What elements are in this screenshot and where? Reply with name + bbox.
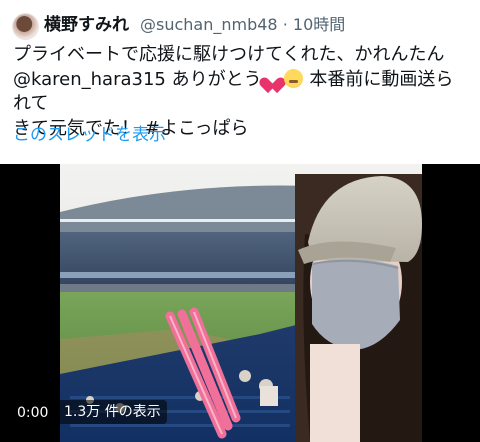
video-time: 0:00 [17, 405, 49, 421]
video-view-count: 1.3万 件の表示 [58, 400, 167, 424]
relieved-face-emoji-icon [283, 68, 303, 88]
video-player[interactable]: 0:00 1.3万 件の表示 [0, 164, 480, 442]
tweet-text-thanks: ありがとう [165, 68, 262, 90]
author-handle[interactable]: @suchan_nmb48 [140, 15, 278, 34]
separator: · [282, 15, 288, 34]
tweet-header: 横野すみれ @suchan_nmb48 · 10時間 [0, 0, 480, 40]
tweet-text-line1: プライベートで応援に駆けつけてくれた、かれんたん [13, 44, 445, 65]
author-name[interactable]: 横野すみれ [44, 13, 129, 37]
heart-emoji-icon [263, 69, 282, 88]
author-handle-and-time[interactable]: @suchan_nmb48 · 10時間 [140, 13, 345, 37]
show-thread-link[interactable]: このスレッドを表示 [13, 124, 166, 146]
avatar[interactable] [12, 13, 39, 40]
tweet-time[interactable]: 10時間 [293, 15, 345, 34]
mention-link[interactable]: @karen_hara315 [13, 69, 166, 90]
